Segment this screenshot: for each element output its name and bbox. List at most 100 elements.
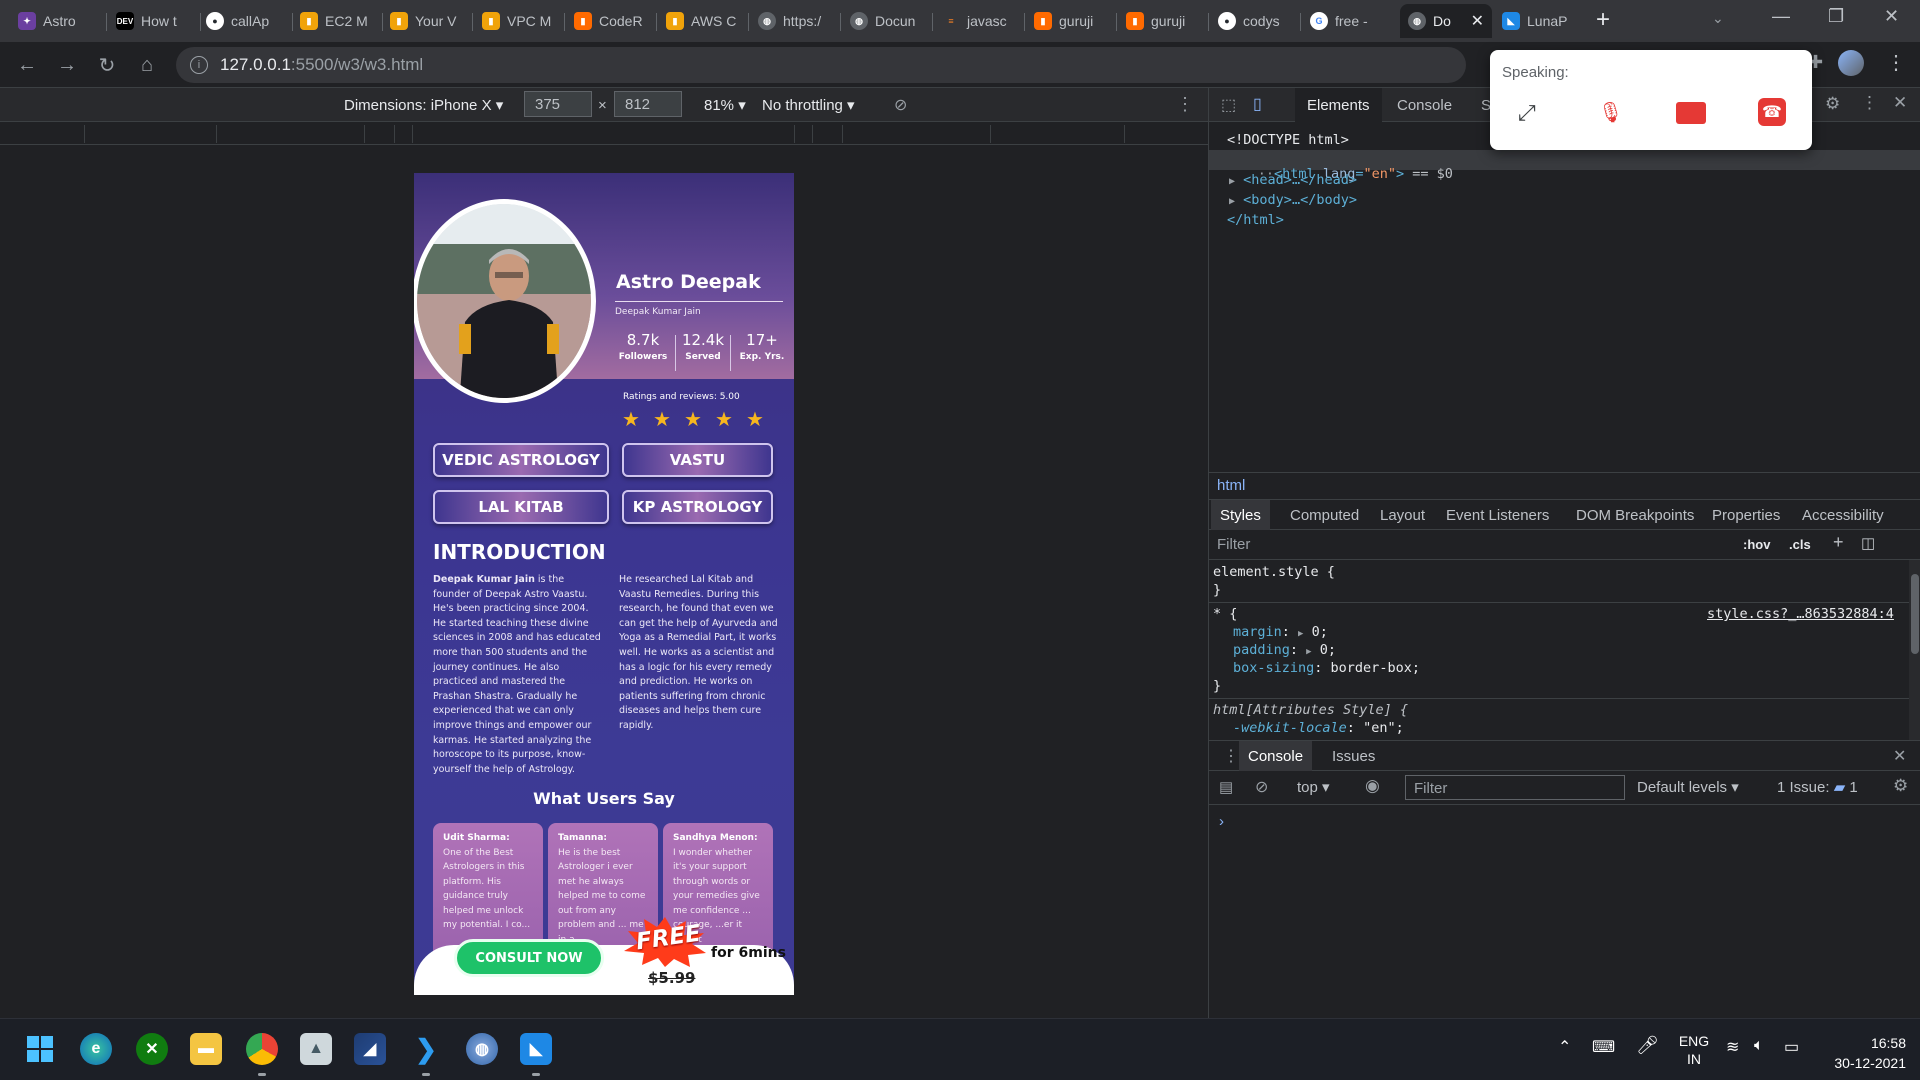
end-call-icon[interactable]: ☎ bbox=[1758, 98, 1786, 126]
volume-icon[interactable]: 🔈︎ bbox=[1754, 1037, 1764, 1055]
browser-tab[interactable]: ✦ Astro bbox=[10, 4, 106, 38]
microphone-icon[interactable]: 🎤︎ bbox=[1636, 1035, 1659, 1056]
keyboard-icon[interactable]: ⌨ bbox=[1592, 1037, 1615, 1057]
browser-tab[interactable]: ● codys bbox=[1210, 4, 1302, 38]
style-rule-selector[interactable]: html[Attributes Style] { bbox=[1213, 702, 1408, 718]
style-declaration[interactable]: padding: ▶ 0; bbox=[1233, 642, 1336, 658]
globe-app-icon[interactable]: ◍ bbox=[466, 1033, 498, 1065]
dom-html-close[interactable]: </html> bbox=[1227, 212, 1284, 228]
chrome-icon[interactable] bbox=[246, 1033, 278, 1065]
luna-app-icon[interactable]: ◣ bbox=[520, 1033, 552, 1065]
sidebar-toggle-icon[interactable]: ▤ bbox=[1219, 778, 1233, 796]
expand-arrow-icon[interactable]: ▶ bbox=[1306, 647, 1311, 657]
eye-icon[interactable]: ◉ bbox=[1365, 776, 1380, 796]
file-explorer-icon[interactable]: ▬ bbox=[190, 1033, 222, 1065]
sidebar-toggle-icon[interactable]: ◫ bbox=[1861, 534, 1875, 552]
tab-accessibility[interactable]: Accessibility bbox=[1793, 500, 1893, 530]
url-bar[interactable]: i 127.0.0.1:5500/w3/w3.html bbox=[176, 47, 1466, 83]
dom-body[interactable]: ▶ <body>…</body> bbox=[1229, 192, 1357, 208]
browser-tab[interactable]: DEV How t bbox=[108, 4, 204, 38]
minimize-icon[interactable]: — bbox=[1772, 6, 1790, 27]
service-vastu-button[interactable]: VASTU bbox=[622, 443, 773, 477]
width-input[interactable]: 375 bbox=[524, 91, 592, 117]
home-icon[interactable]: ⌂ bbox=[134, 52, 160, 78]
battery-icon[interactable]: ▭ bbox=[1784, 1037, 1799, 1057]
browser-tab[interactable]: ≡ javasc bbox=[934, 4, 1026, 38]
chevron-up-icon[interactable]: ⌃ bbox=[1558, 1037, 1571, 1057]
dom-selected-row[interactable]: ··<html lang="en"> == $0 bbox=[1209, 150, 1920, 182]
dom-doctype[interactable]: <!DOCTYPE html> bbox=[1227, 132, 1349, 148]
browser-tab[interactable]: ▮ VPC M bbox=[474, 4, 564, 38]
info-icon[interactable]: i bbox=[190, 56, 208, 74]
throttling-select[interactable]: No throttling ▾ bbox=[762, 96, 855, 114]
style-source-link[interactable]: style.css?_…863532884:4 bbox=[1707, 606, 1894, 622]
close-icon[interactable]: ✕ bbox=[1893, 93, 1907, 113]
style-declaration[interactable]: box-sizing: border-box; bbox=[1233, 660, 1420, 676]
gear-icon[interactable]: ⚙ bbox=[1893, 776, 1908, 796]
expand-icon[interactable]: ⤢ bbox=[1518, 100, 1536, 126]
expand-arrow-icon[interactable]: ▶ bbox=[1229, 176, 1235, 187]
vscode-icon[interactable]: ❯ bbox=[410, 1033, 442, 1065]
gear-icon[interactable]: ⚙ bbox=[1825, 94, 1840, 114]
drawer-menu-icon[interactable]: ⋮ bbox=[1223, 746, 1239, 766]
device-select[interactable]: Dimensions: iPhone X ▾ bbox=[344, 96, 503, 114]
browser-tab[interactable]: ▮ AWS C bbox=[658, 4, 748, 38]
mic-off-icon[interactable]: 🎙︎ bbox=[1598, 100, 1623, 125]
tab-layout[interactable]: Layout bbox=[1371, 500, 1434, 530]
consult-now-button[interactable]: CONSULT NOW bbox=[454, 939, 604, 977]
tab-elements[interactable]: Elements bbox=[1295, 88, 1382, 122]
style-declaration[interactable]: margin: ▶ 0; bbox=[1233, 624, 1328, 640]
console-prompt[interactable]: › bbox=[1219, 813, 1224, 830]
clock[interactable]: 16:58 30-12-2021 bbox=[1826, 1033, 1906, 1073]
back-arrow-icon[interactable]: ← bbox=[14, 52, 40, 78]
log-levels-select[interactable]: Default levels ▾ bbox=[1637, 778, 1739, 796]
expand-arrow-icon[interactable]: ▶ bbox=[1298, 629, 1303, 639]
browser-tab-active[interactable]: ◍ Do ✕ bbox=[1400, 4, 1492, 38]
browser-tab[interactable]: ▮ EC2 M bbox=[292, 4, 378, 38]
rotate-icon[interactable]: ⊘ bbox=[894, 95, 907, 115]
breadcrumb[interactable]: html bbox=[1209, 472, 1920, 500]
windows-start-icon[interactable] bbox=[24, 1033, 56, 1065]
inspect-element-icon[interactable]: ⬚ bbox=[1221, 95, 1236, 115]
close-tab-icon[interactable]: ✕ bbox=[1471, 11, 1484, 31]
browser-tab[interactable]: ▮ guruji bbox=[1026, 4, 1118, 38]
photos-icon[interactable]: ▲ bbox=[300, 1033, 332, 1065]
class-toggle[interactable]: .cls bbox=[1789, 537, 1811, 552]
app-icon[interactable]: ◢ bbox=[354, 1033, 386, 1065]
new-tab-button[interactable]: + bbox=[1596, 6, 1610, 34]
browser-tab[interactable]: ◍ Docun bbox=[842, 4, 934, 38]
zoom-select[interactable]: 81% ▾ bbox=[704, 96, 746, 114]
dom-head[interactable]: ▶ <head>…</head> bbox=[1229, 172, 1357, 188]
browser-tab[interactable]: ▮ CodeR bbox=[566, 4, 656, 38]
browser-tab[interactable]: ▮ guruji bbox=[1118, 4, 1210, 38]
more-options-icon[interactable]: ⋮ bbox=[1176, 94, 1194, 115]
forward-arrow-icon[interactable]: → bbox=[54, 52, 80, 78]
drawer-tab-console[interactable]: Console bbox=[1239, 741, 1313, 771]
edge-icon[interactable]: e bbox=[80, 1033, 112, 1065]
reload-icon[interactable]: ↻ bbox=[94, 52, 120, 78]
more-options-icon[interactable]: ⋮ bbox=[1886, 50, 1906, 75]
language-indicator[interactable]: ENG IN bbox=[1676, 1032, 1712, 1068]
style-declaration[interactable]: -webkit-locale: "en"; bbox=[1233, 720, 1404, 736]
console-filter-input[interactable]: Filter bbox=[1405, 775, 1625, 800]
context-select[interactable]: top ▾ bbox=[1297, 778, 1330, 796]
tab-event-listeners[interactable]: Event Listeners bbox=[1437, 500, 1558, 530]
styles-filter-input[interactable]: Filter bbox=[1217, 536, 1250, 553]
service-vedic-astrology-button[interactable]: VEDIC ASTROLOGY bbox=[433, 443, 609, 477]
tab-search-icon[interactable]: ⌄ bbox=[1712, 10, 1724, 27]
close-drawer-icon[interactable]: ✕ bbox=[1893, 746, 1906, 766]
wifi-icon[interactable]: ≋ bbox=[1726, 1037, 1739, 1057]
camera-off-icon[interactable] bbox=[1676, 102, 1706, 124]
restore-icon[interactable]: ❐ bbox=[1828, 6, 1844, 27]
add-rule-icon[interactable]: + bbox=[1833, 532, 1844, 553]
browser-tab[interactable]: ● callAp bbox=[198, 4, 294, 38]
browser-tab[interactable]: ▮ Your V bbox=[382, 4, 472, 38]
service-lal-kitab-button[interactable]: LAL KITAB bbox=[433, 490, 609, 524]
issues-counter[interactable]: 1 Issue: ▰ 1 bbox=[1777, 778, 1858, 796]
style-rule-selector[interactable]: * { bbox=[1213, 606, 1237, 622]
tab-dom-breakpoints[interactable]: DOM Breakpoints bbox=[1567, 500, 1703, 530]
tab-computed[interactable]: Computed bbox=[1281, 500, 1368, 530]
style-rule-selector[interactable]: element.style { bbox=[1213, 564, 1335, 580]
close-window-icon[interactable]: ✕ bbox=[1884, 6, 1899, 27]
browser-tab[interactable]: ◍ https:/ bbox=[750, 4, 842, 38]
